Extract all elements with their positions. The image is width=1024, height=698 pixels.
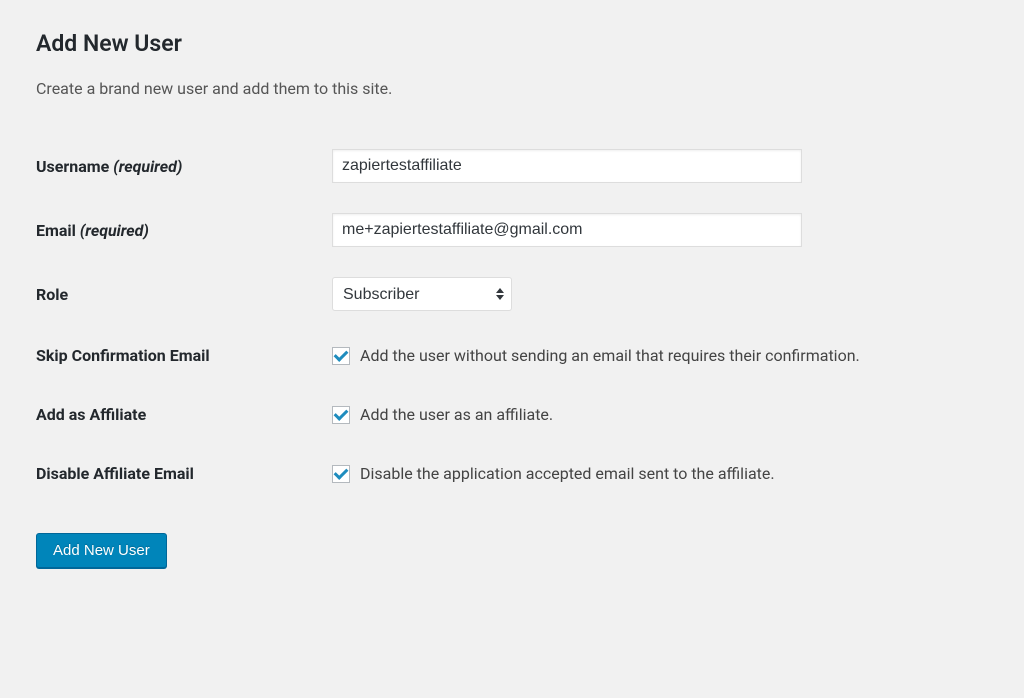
add-affiliate-checkbox[interactable] <box>332 406 350 424</box>
disable-affiliate-email-checkbox[interactable] <box>332 465 350 483</box>
skip-confirmation-label: Skip Confirmation Email <box>36 326 332 385</box>
username-label: Username (required) <box>36 134 332 198</box>
skip-confirmation-description[interactable]: Add the user without sending an email th… <box>360 346 860 365</box>
add-affiliate-description[interactable]: Add the user as an affiliate. <box>360 405 553 424</box>
disable-affiliate-email-label: Disable Affiliate Email <box>36 444 332 503</box>
email-label: Email (required) <box>36 198 332 262</box>
skip-confirmation-checkbox[interactable] <box>332 347 350 365</box>
add-affiliate-label: Add as Affiliate <box>36 385 332 444</box>
disable-affiliate-email-description[interactable]: Disable the application accepted email s… <box>360 464 775 483</box>
page-title: Add New User <box>36 30 988 57</box>
add-new-user-button[interactable]: Add New User <box>36 533 167 568</box>
role-select[interactable]: Subscriber <box>332 277 512 311</box>
add-user-form: Username (required) Email (required) Rol… <box>36 134 988 503</box>
username-input[interactable] <box>332 149 802 183</box>
email-input[interactable] <box>332 213 802 247</box>
page-subheading: Create a brand new user and add them to … <box>36 79 988 98</box>
role-label: Role <box>36 262 332 326</box>
